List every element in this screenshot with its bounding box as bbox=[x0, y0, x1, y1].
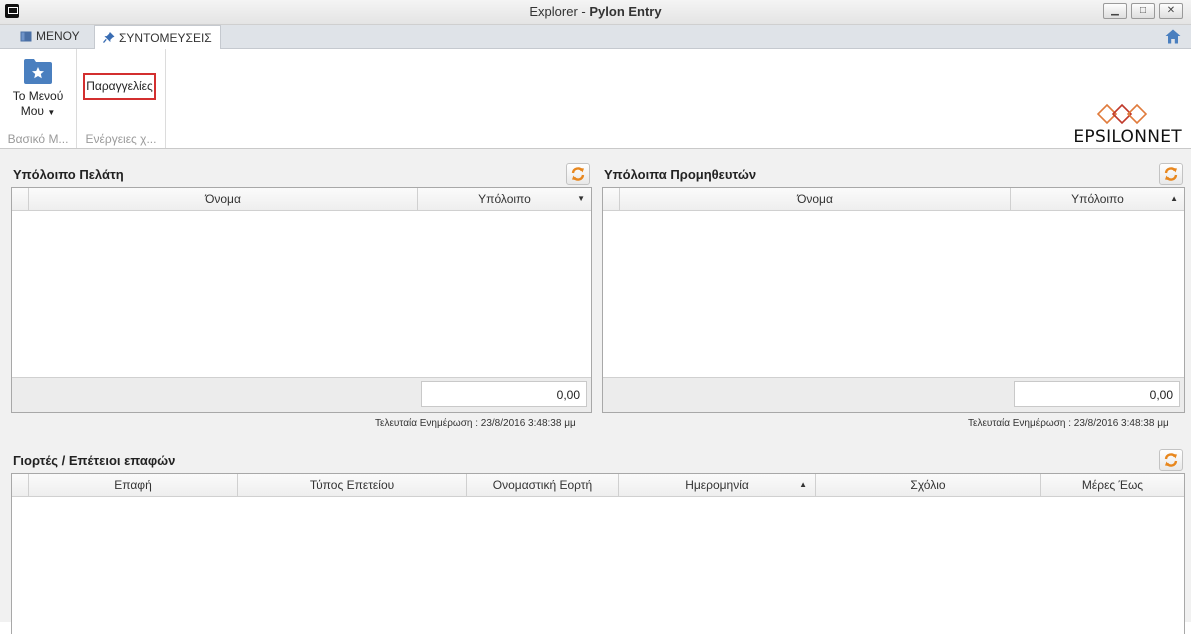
tab-shortcuts-label: ΣΥΝΤΟΜΕΥΣΕΙΣ bbox=[119, 30, 212, 45]
supplier-balance-title: Υπόλοιπα Προμηθευτών bbox=[604, 167, 757, 182]
star-folder-icon bbox=[24, 59, 52, 84]
holidays-grid-header: Επαφή Τύπος Επετείου Ονομαστική Εορτή Ημ… bbox=[12, 474, 1184, 497]
customer-col-balance-label: Υπόλοιπο bbox=[478, 192, 531, 206]
tab-shortcuts[interactable]: ΣΥΝΤΟΜΕΥΣΕΙΣ bbox=[94, 25, 221, 49]
holidays-col-date[interactable]: Ημερομηνία ▲ bbox=[619, 474, 816, 496]
supplier-grid-header: Όνομα Υπόλοιπο ▲ bbox=[603, 188, 1184, 211]
close-button[interactable]: ✕ bbox=[1159, 3, 1183, 19]
holidays-grid: Επαφή Τύπος Επετείου Ονομαστική Εορτή Ημ… bbox=[11, 473, 1185, 634]
refresh-icon bbox=[1164, 167, 1178, 181]
customer-balance-title: Υπόλοιπο Πελάτη bbox=[13, 167, 124, 182]
dashboard-content: Υπόλοιπο Πελάτη Όνομα Υπόλοιπο ▼ 0,00 Τελ… bbox=[0, 149, 1191, 634]
holidays-col-name-day[interactable]: Ονομαστική Εορτή bbox=[467, 474, 619, 496]
customer-balance-grid: Όνομα Υπόλοιπο ▼ 0,00 bbox=[11, 187, 592, 413]
holidays-col-label: Τύπος Επετείου bbox=[309, 478, 395, 492]
row-indicator-header bbox=[603, 188, 620, 210]
holidays-col-days-until[interactable]: Μέρες Έως bbox=[1041, 474, 1184, 496]
home-icon[interactable] bbox=[1165, 29, 1181, 44]
supplier-col-name-label: Όνομα bbox=[797, 192, 833, 206]
my-menu-label-line2: Μου bbox=[20, 104, 44, 118]
holidays-col-contact[interactable]: Επαφή bbox=[29, 474, 238, 496]
my-menu-label-line1: Το Μενού bbox=[12, 89, 64, 103]
ribbon-group-label-actions: Ενέργειες χ... bbox=[85, 132, 157, 146]
orders-button[interactable]: Παραγγελίες bbox=[83, 73, 156, 100]
ribbon-group-basic-menu: Το Μενού Μου ▼ Βασικό Μ... bbox=[0, 49, 77, 148]
sort-asc-icon: ▲ bbox=[799, 480, 807, 489]
supplier-col-balance-label: Υπόλοιπο bbox=[1071, 192, 1124, 206]
window-title-prefix: Explorer - bbox=[529, 4, 590, 19]
book-icon bbox=[20, 31, 32, 41]
sort-desc-icon: ▼ bbox=[577, 194, 585, 203]
customer-last-updated: Τελευταία Ενημέρωση : 23/8/2016 3:48:38 … bbox=[375, 418, 576, 429]
customer-total-field: 0,00 bbox=[421, 381, 587, 407]
holidays-col-label: Επαφή bbox=[114, 478, 152, 492]
supplier-grid-footer: 0,00 bbox=[603, 377, 1184, 412]
holidays-refresh-button[interactable] bbox=[1159, 449, 1183, 471]
title-bar: Explorer - Pylon Entry ▁ □ ✕ bbox=[0, 0, 1191, 25]
window-title-app: Pylon Entry bbox=[589, 4, 662, 19]
holidays-col-label: Ονομαστική Εορτή bbox=[492, 478, 593, 492]
refresh-icon bbox=[571, 167, 585, 181]
sort-asc-icon: ▲ bbox=[1170, 194, 1178, 203]
supplier-last-updated: Τελευταία Ενημέρωση : 23/8/2016 3:48:38 … bbox=[968, 418, 1169, 429]
holidays-title: Γιορτές / Επέτειοι επαφών bbox=[13, 453, 176, 468]
refresh-icon bbox=[1164, 453, 1178, 467]
supplier-total-field: 0,00 bbox=[1014, 381, 1180, 407]
tab-menu-label: ΜΕΝΟΥ bbox=[36, 29, 80, 43]
ribbon-group-actions: Παραγγελίες Ενέργειες χ... bbox=[77, 49, 166, 148]
supplier-refresh-button[interactable] bbox=[1159, 163, 1183, 185]
holidays-col-anniversary-type[interactable]: Τύπος Επετείου bbox=[238, 474, 467, 496]
maximize-button[interactable]: □ bbox=[1131, 3, 1155, 19]
minimize-button[interactable]: ▁ bbox=[1103, 3, 1127, 19]
customer-col-balance[interactable]: Υπόλοιπο ▼ bbox=[418, 188, 591, 210]
my-menu-button[interactable]: Το Μενού Μου ▼ bbox=[6, 55, 70, 120]
ribbon-tab-bar: ΜΕΝΟΥ ΣΥΝΤΟΜΕΥΣΕΙΣ bbox=[0, 25, 1191, 49]
supplier-col-name[interactable]: Όνομα bbox=[620, 188, 1011, 210]
dropdown-arrow-icon: ▼ bbox=[47, 108, 56, 117]
pin-icon bbox=[103, 32, 115, 43]
holidays-col-label: Σχόλιο bbox=[910, 478, 946, 492]
window-title: Explorer - Pylon Entry bbox=[0, 4, 1191, 19]
logo-text: EPSILONNET bbox=[1073, 127, 1182, 147]
ribbon: Το Μενού Μου ▼ Βασικό Μ... Παραγγελίες Ε… bbox=[0, 49, 1191, 149]
supplier-balance-grid: Όνομα Υπόλοιπο ▲ 0,00 bbox=[602, 187, 1185, 413]
logo-diamonds-icon bbox=[1096, 103, 1148, 125]
row-indicator-header bbox=[12, 474, 29, 496]
holidays-col-comment[interactable]: Σχόλιο bbox=[816, 474, 1041, 496]
ribbon-group-label-basic: Βασικό Μ... bbox=[7, 132, 69, 146]
customer-col-name[interactable]: Όνομα bbox=[29, 188, 418, 210]
holidays-col-label: Ημερομηνία bbox=[685, 478, 749, 492]
tab-menu[interactable]: ΜΕΝΟΥ bbox=[12, 25, 88, 47]
epsilonnet-logo: EPSILONNET bbox=[1062, 103, 1182, 147]
supplier-col-balance[interactable]: Υπόλοιπο ▲ bbox=[1011, 188, 1184, 210]
holidays-col-label: Μέρες Έως bbox=[1081, 478, 1144, 492]
customer-col-name-label: Όνομα bbox=[205, 192, 241, 206]
row-indicator-header bbox=[12, 188, 29, 210]
customer-grid-header: Όνομα Υπόλοιπο ▼ bbox=[12, 188, 591, 211]
customer-grid-footer: 0,00 bbox=[12, 377, 591, 412]
customer-refresh-button[interactable] bbox=[566, 163, 590, 185]
